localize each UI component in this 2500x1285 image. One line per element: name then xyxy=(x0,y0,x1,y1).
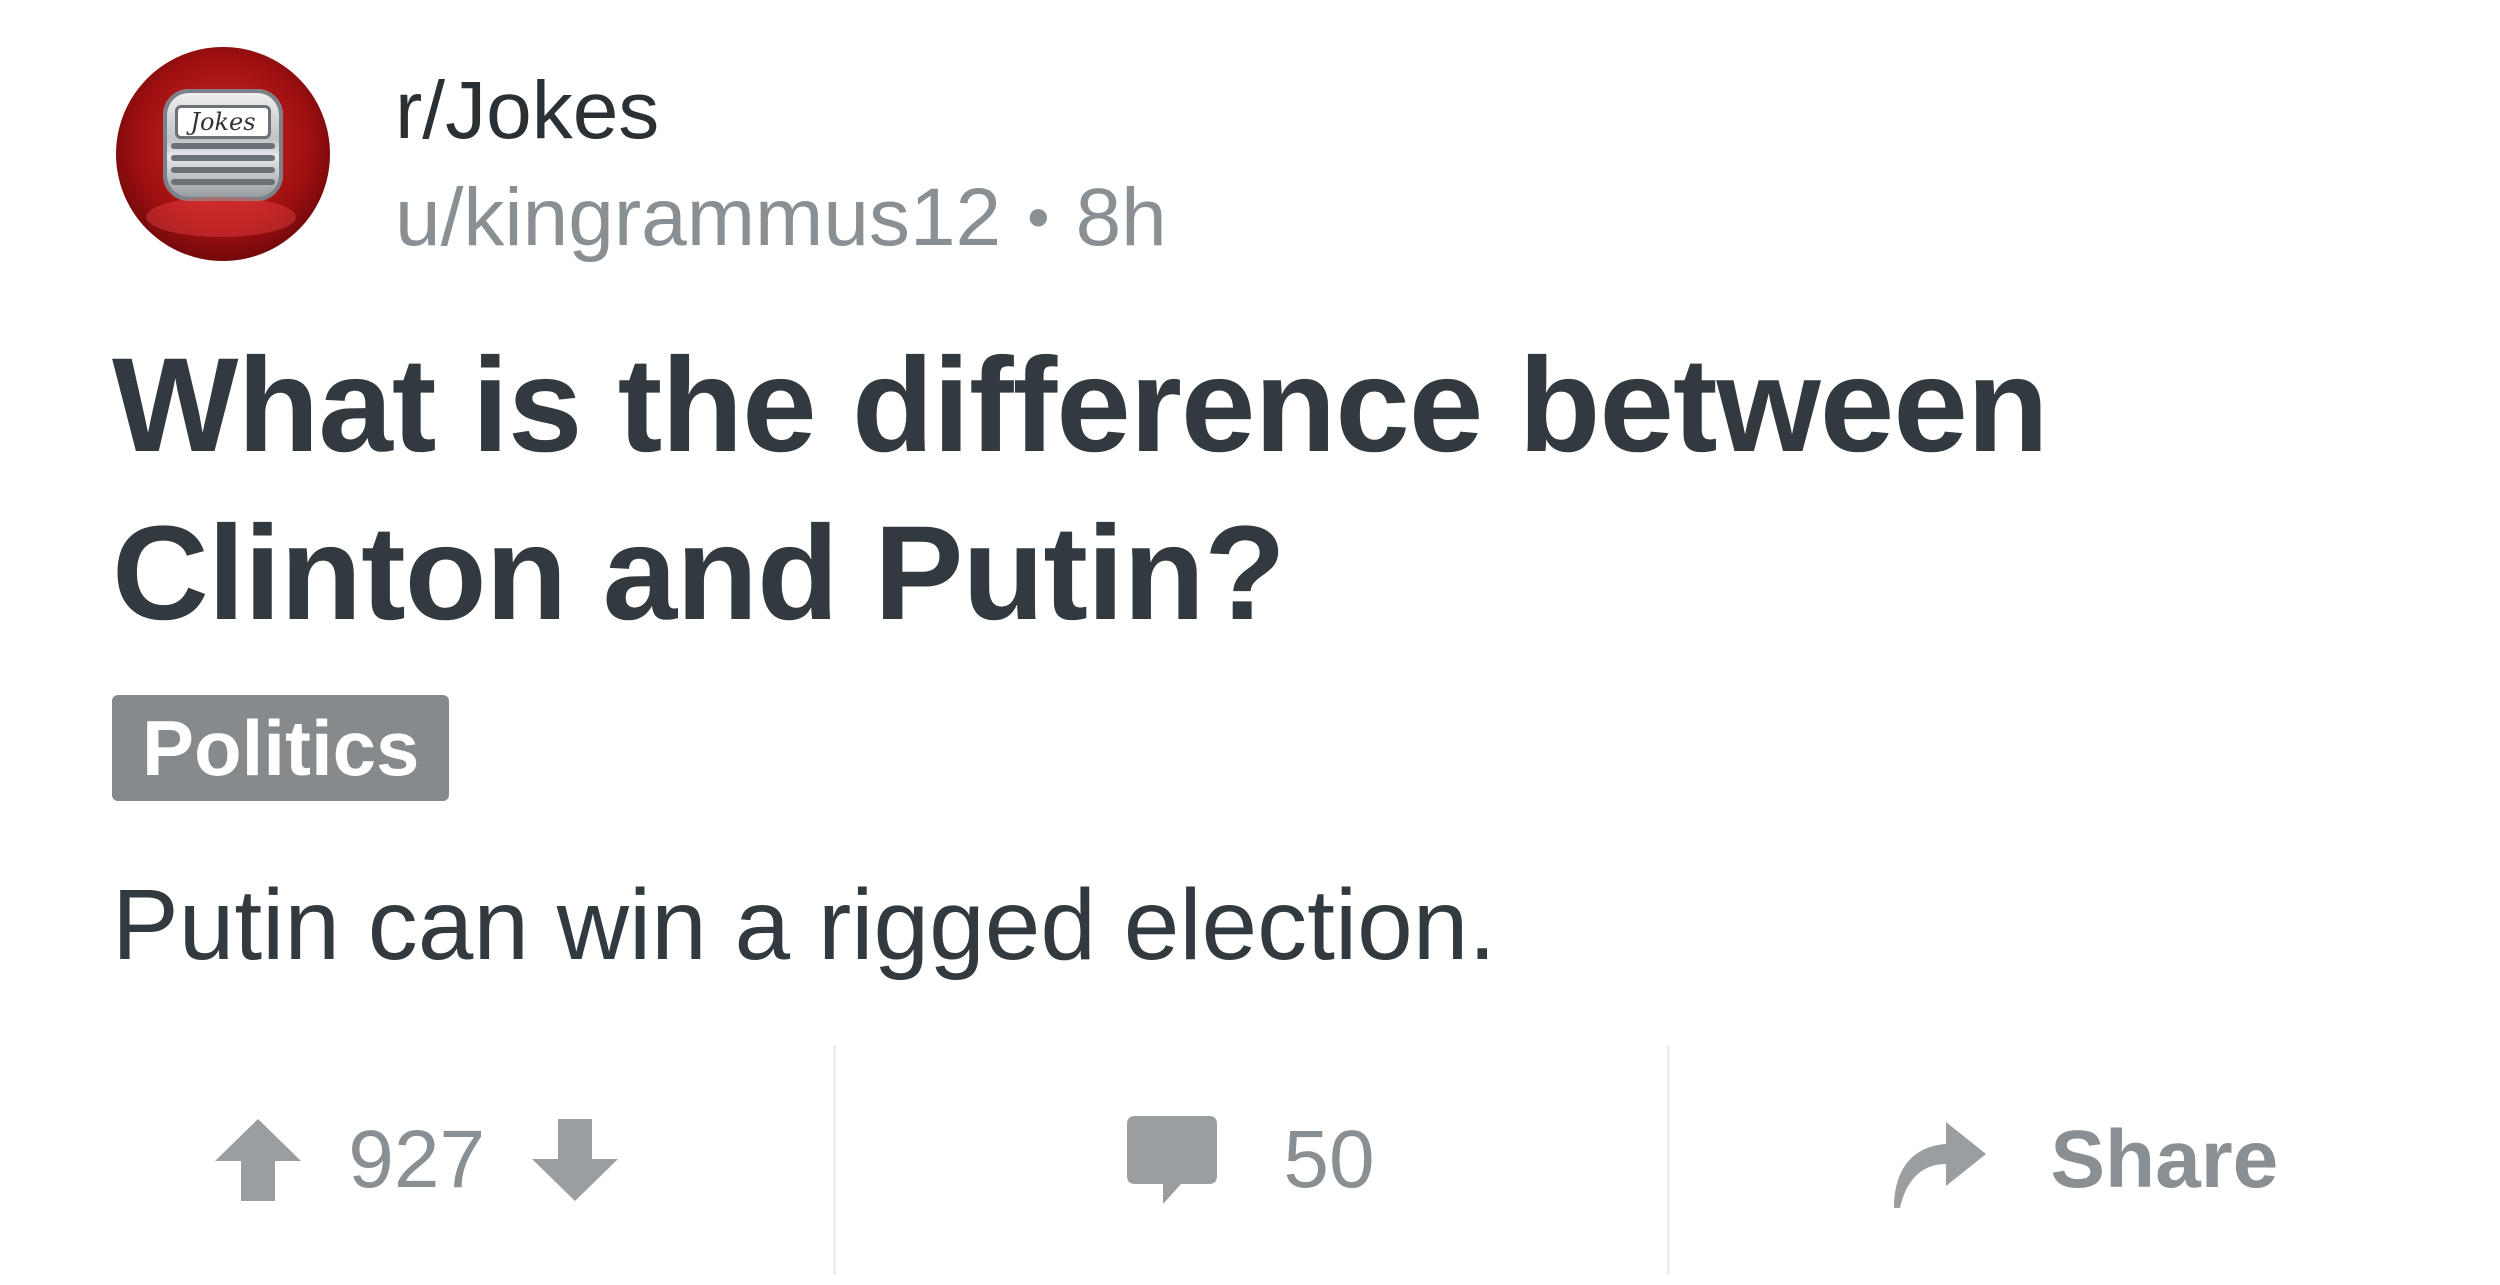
post-card: Jokes r/Jokes u/kingrammus12 • 8h What is … xyxy=(0,0,2500,1285)
share-section: Share xyxy=(1666,1045,2500,1275)
post-title[interactable]: What is the difference between Clinton a… xyxy=(112,322,2312,658)
post-meta: r/Jokes u/kingrammus12 • 8h xyxy=(395,61,1167,268)
separator-dot: • xyxy=(1027,181,1050,253)
arrow-up-icon xyxy=(215,1119,302,1201)
post-flair[interactable]: Politics xyxy=(112,695,450,801)
avatar-label: Jokes xyxy=(175,105,271,139)
action-bar: 927 50 Share xyxy=(0,1045,2500,1275)
subreddit-link[interactable]: r/Jokes xyxy=(395,61,1167,161)
microphone-icon: Jokes xyxy=(163,89,283,201)
vote-section: 927 xyxy=(0,1045,833,1275)
post-body: Putin can win a rigged election. xyxy=(112,869,1497,981)
subreddit-avatar[interactable]: Jokes xyxy=(116,47,330,261)
post-header: Jokes r/Jokes u/kingrammus12 • 8h xyxy=(116,47,1167,268)
author-link[interactable]: u/kingrammus12 xyxy=(395,172,1001,263)
downvote-button[interactable] xyxy=(525,1105,625,1215)
vote-score: 927 xyxy=(348,1114,486,1205)
share-button[interactable]: Share xyxy=(1888,1110,2278,1210)
speech-bubble-icon xyxy=(1127,1116,1218,1204)
comments-section: 50 xyxy=(833,1045,1666,1275)
post-age: 8h xyxy=(1075,172,1167,263)
comments-button[interactable]: 50 xyxy=(1125,1113,1375,1207)
share-label: Share xyxy=(2050,1114,2279,1205)
byline: u/kingrammus12 • 8h xyxy=(395,167,1167,268)
share-arrow-icon xyxy=(1894,1122,1987,1208)
upvote-button[interactable] xyxy=(208,1105,308,1215)
comment-count: 50 xyxy=(1283,1114,1375,1205)
arrow-down-icon xyxy=(532,1119,619,1201)
